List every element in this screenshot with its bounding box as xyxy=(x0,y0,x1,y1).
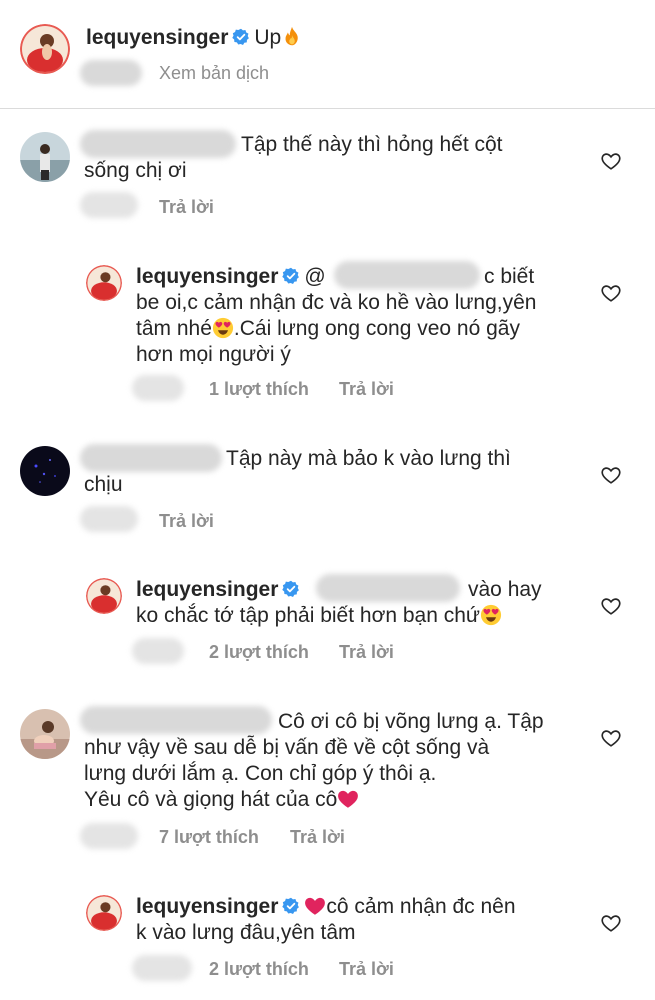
comment-1-reply-button[interactable]: Trả lời xyxy=(159,196,214,218)
avatar-lequyensinger-reply-3[interactable] xyxy=(86,895,122,931)
comment-3-line3: lưng dưới lắm ạ. Con chỉ góp ý thôi ạ. xyxy=(84,762,437,785)
caption-divider xyxy=(0,108,655,109)
comment-2-line1: Tập này mà bảo k vào lưng thì xyxy=(226,447,511,470)
verified-badge-icon xyxy=(282,580,300,598)
avatar-lequyensinger[interactable] xyxy=(20,24,70,74)
reply-1-reply-button[interactable]: Trả lời xyxy=(339,378,394,400)
reply-1-line1: c biết xyxy=(484,265,535,288)
reply-2-username[interactable]: lequyensinger xyxy=(136,578,278,601)
reply-1-line2: be oi,c cảm nhận đc và ko hề vào lưng,yê… xyxy=(136,291,537,314)
see-translation-link[interactable]: Xem bản dịch xyxy=(159,62,269,84)
verified-badge-icon xyxy=(232,28,250,46)
commenter-3-name-redacted xyxy=(80,706,272,734)
reply-1-username[interactable]: lequyensinger xyxy=(136,265,278,288)
avatar-image xyxy=(20,709,70,759)
avatar-image xyxy=(86,578,122,614)
reply-2-reply-button[interactable]: Trả lời xyxy=(339,641,394,663)
reply-1-likes[interactable]: 1 lượt thích xyxy=(209,378,309,400)
reply-1-mention-prefix[interactable]: @ xyxy=(304,265,325,288)
comment-1-time-redacted xyxy=(80,192,138,218)
commenter-2-name-redacted xyxy=(80,444,222,472)
reply-3-username[interactable]: lequyensinger xyxy=(136,895,278,918)
reply-1-line3a: tâm nhé xyxy=(136,317,212,340)
heart-eyes-emoji-icon xyxy=(480,604,502,626)
verified-badge-icon xyxy=(282,897,300,915)
caption-text: lequyensinger Up xyxy=(86,24,303,51)
comment-2-time-redacted xyxy=(80,506,138,532)
reply-2-likes[interactable]: 2 lượt thích xyxy=(209,641,309,663)
reply-2-line2-text: ko chắc tớ tập phải biết hơn bạn chứ xyxy=(136,604,480,627)
caption-body: Up xyxy=(254,26,282,49)
comment-3-time-redacted xyxy=(80,823,138,849)
reply-2-line1: vào hay xyxy=(468,578,542,601)
reply-2-like-icon[interactable] xyxy=(600,595,622,617)
red-heart-emoji-icon xyxy=(304,895,326,917)
reply-3-line1: lequyensinger cô cảm nhận đc nên xyxy=(136,893,516,920)
reply-1-line3b: .Cái lưng ong cong veo nó gãy xyxy=(233,317,520,340)
reply-1-line4: hơn mọi người ý xyxy=(136,343,291,366)
comment-2-like-icon[interactable] xyxy=(600,464,622,486)
avatar-commenter-3[interactable] xyxy=(20,709,70,759)
caption-username[interactable]: lequyensinger xyxy=(86,26,228,49)
reply-1-header: lequyensinger @ xyxy=(136,263,326,290)
avatar-image xyxy=(20,446,70,496)
reply-1-line3: tâm nhé .Cái lưng ong cong veo nó gãy xyxy=(136,315,520,342)
comment-3-like-icon[interactable] xyxy=(600,727,622,749)
comment-1-line1: Tập thế này thì hỏng hết cột xyxy=(241,133,503,156)
reply-3-line2: k vào lưng đâu,yên tâm xyxy=(136,921,356,944)
reply-3-time-redacted xyxy=(132,955,192,981)
verified-badge-icon xyxy=(282,267,300,285)
reply-3-likes[interactable]: 2 lượt thích xyxy=(209,958,309,980)
avatar-image xyxy=(20,132,70,182)
reply-1-mention-redacted xyxy=(334,261,480,289)
comment-1-line2: sống chị ơi xyxy=(84,159,187,182)
comment-3-line4: Yêu cô và giọng hát của cô xyxy=(84,786,359,813)
avatar-image xyxy=(20,24,70,74)
reply-3-line1-text: cô cảm nhận đc nên xyxy=(326,895,516,918)
comment-1-like-icon[interactable] xyxy=(600,150,622,172)
comment-3-line1: Cô ơi cô bị võng lưng ạ. Tập xyxy=(278,710,544,733)
comment-3-line4-text: Yêu cô và giọng hát của cô xyxy=(84,788,338,811)
reply-1-like-icon[interactable] xyxy=(600,282,622,304)
avatar-image xyxy=(86,895,122,931)
avatar-commenter-2[interactable] xyxy=(20,446,70,496)
red-heart-emoji-icon xyxy=(337,788,359,810)
avatar-commenter-1[interactable] xyxy=(20,132,70,182)
avatar-image xyxy=(86,265,122,301)
heart-eyes-emoji-icon xyxy=(212,317,234,339)
reply-2-line2: ko chắc tớ tập phải biết hơn bạn chứ xyxy=(136,602,502,629)
comment-2-line2: chịu xyxy=(84,473,123,496)
avatar-lequyensinger-reply-1[interactable] xyxy=(86,265,122,301)
reply-2-mention-redacted xyxy=(316,574,460,602)
fire-emoji-icon xyxy=(281,26,303,48)
comment-3-reply-button[interactable]: Trả lời xyxy=(290,826,345,848)
reply-2-time-redacted xyxy=(132,638,184,664)
reply-1-time-redacted xyxy=(132,375,184,401)
comment-3-likes[interactable]: 7 lượt thích xyxy=(159,826,259,848)
comment-3-line2: như vậy về sau dễ bị vấn đề về cột sống … xyxy=(84,736,490,759)
reply-3-reply-button[interactable]: Trả lời xyxy=(339,958,394,980)
commenter-1-name-redacted xyxy=(80,130,236,158)
reply-2-header: lequyensinger xyxy=(136,576,304,603)
reply-3-like-icon[interactable] xyxy=(600,912,622,934)
comment-2-reply-button[interactable]: Trả lời xyxy=(159,510,214,532)
caption-timestamp-redacted xyxy=(80,60,142,86)
avatar-lequyensinger-reply-2[interactable] xyxy=(86,578,122,614)
